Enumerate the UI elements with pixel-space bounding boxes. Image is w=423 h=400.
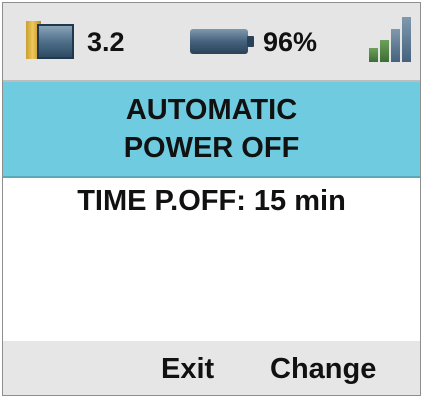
memory-value: 3.2	[87, 27, 125, 57]
exit-button[interactable]: Exit	[161, 351, 214, 387]
signal-strength-icon	[369, 17, 411, 62]
title-line-1: AUTOMATIC	[125, 94, 298, 126]
battery-icon	[190, 29, 254, 54]
battery-level: 96%	[263, 27, 318, 57]
status-bar: 3.2 96%	[3, 3, 420, 82]
softkey-bar: Exit Change	[3, 341, 420, 395]
memory-card-icon	[26, 21, 74, 59]
title-line-2: POWER OFF	[123, 132, 300, 164]
power-off-time-setting[interactable]: TIME P.OFF: 15 min	[3, 181, 420, 221]
device-screen: 3.2 96% AUTOMATIC POWER OFF TIME P.OFF: …	[2, 2, 421, 396]
page-title: AUTOMATIC POWER OFF	[3, 82, 420, 178]
change-button[interactable]: Change	[270, 351, 376, 387]
